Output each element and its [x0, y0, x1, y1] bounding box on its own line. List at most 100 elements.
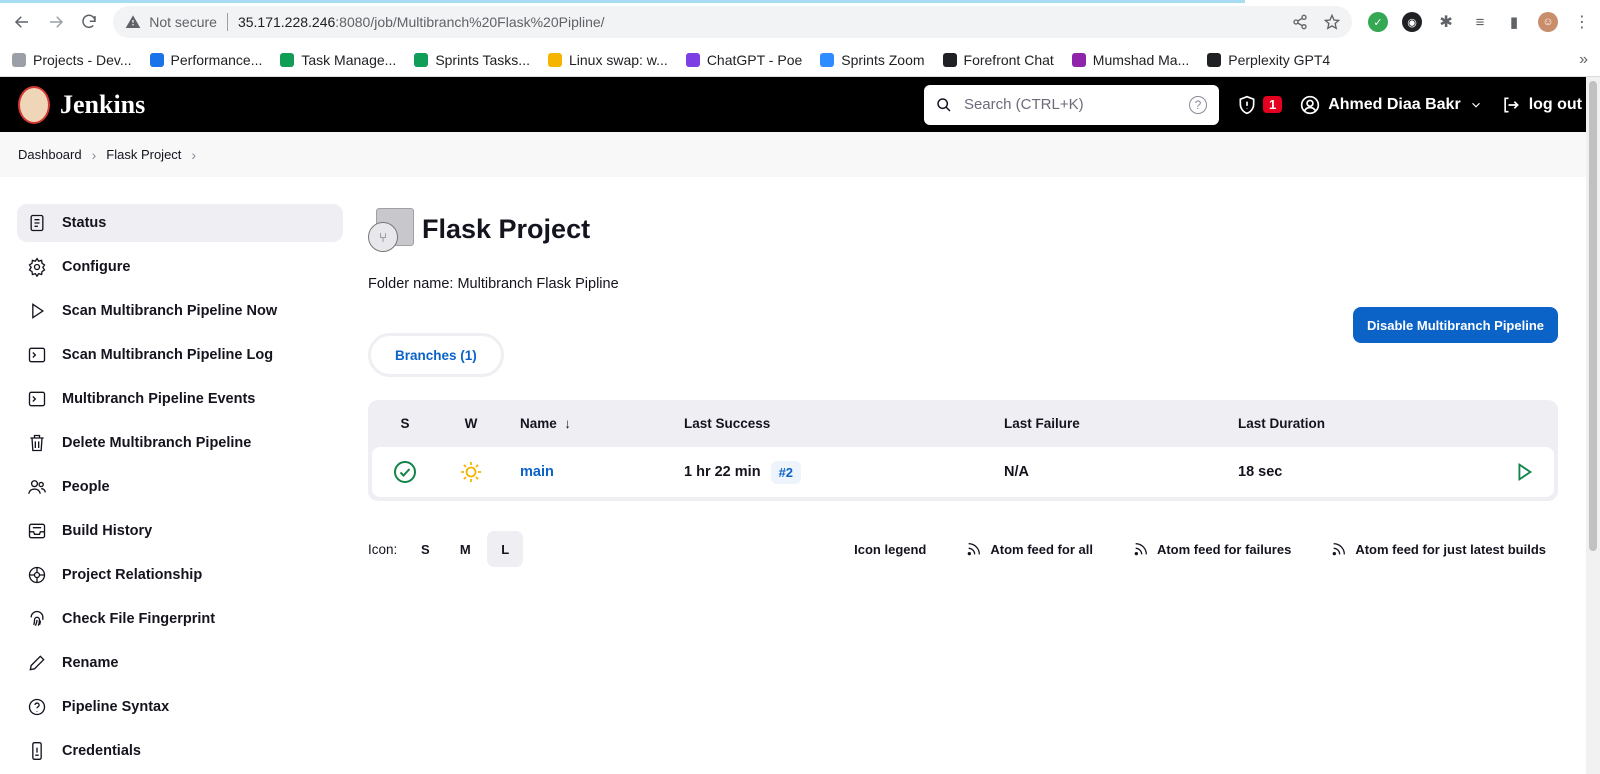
sidebar-item-build-history[interactable]: Build History — [17, 512, 343, 550]
sidebar-item-project-relationship[interactable]: Project Relationship — [17, 556, 343, 594]
bookmark[interactable]: Sprints Zoom — [820, 52, 925, 68]
branch-icon: ⑂ — [368, 222, 398, 252]
bookmark[interactable]: Task Manage... — [280, 52, 396, 68]
icon-size-s[interactable]: S — [407, 531, 443, 567]
header-status[interactable]: S — [372, 416, 438, 431]
tab-branches[interactable]: Branches (1) — [368, 333, 504, 377]
header-last-failure[interactable]: Last Failure — [1004, 416, 1238, 431]
pencil-icon — [29, 655, 45, 671]
build-number-link[interactable]: #2 — [770, 460, 802, 484]
success-check-icon[interactable] — [393, 460, 417, 484]
bookmark[interactable]: Sprints Tasks... — [414, 52, 530, 68]
not-secure-label[interactable]: Not secure — [149, 14, 217, 30]
icon-size-m[interactable]: M — [447, 531, 483, 567]
people-icon — [28, 480, 46, 494]
disable-pipeline-button[interactable]: Disable Multibranch Pipeline — [1353, 307, 1558, 343]
arrow-right-icon — [49, 16, 63, 28]
header-name[interactable]: Name ↓ — [504, 416, 684, 431]
sidebar-item-credentials[interactable]: Credentials — [17, 732, 343, 770]
bookmark[interactable]: Projects - Dev... — [12, 52, 132, 68]
profile-avatar[interactable]: ☺ — [1538, 12, 1559, 32]
bookmark[interactable]: Mumshad Ma... — [1071, 52, 1189, 68]
sidebar-item-people[interactable]: People — [17, 468, 343, 506]
kebab-menu-icon[interactable]: ⋮ — [1572, 12, 1592, 32]
sidebar-item-fingerprint[interactable]: Check File Fingerprint — [17, 600, 343, 638]
sidebar-item-label: Project Relationship — [62, 567, 203, 583]
bookmark-favicon-icon — [820, 53, 835, 67]
sidebar-item-rename[interactable]: Rename — [17, 644, 343, 682]
user-menu[interactable]: Ahmed Diaa Bakr — [1300, 95, 1483, 115]
inbox-icon — [28, 523, 46, 539]
feed-failures-link[interactable]: Atom feed for failures — [1133, 541, 1291, 557]
sidebar-item-events[interactable]: Multibranch Pipeline Events — [17, 380, 343, 418]
bookmark[interactable]: Performance... — [149, 52, 262, 68]
sidebar-item-status[interactable]: Status — [17, 204, 343, 242]
sidebar-item-scan-log[interactable]: Scan Multibranch Pipeline Log — [17, 336, 343, 374]
account-extension-icon[interactable]: ◉ — [1402, 12, 1423, 32]
schedule-build-play-icon[interactable] — [1513, 461, 1535, 483]
relationship-icon — [28, 566, 46, 584]
bookmark[interactable]: Forefront Chat — [942, 52, 1054, 68]
trash-icon — [30, 434, 44, 452]
help-circle-icon — [28, 698, 46, 716]
reload-button[interactable] — [76, 8, 104, 36]
page-scrollbar[interactable] — [1586, 77, 1600, 774]
bookmark-favicon-icon — [685, 53, 700, 67]
security-alert-button[interactable]: 1 — [1237, 95, 1283, 115]
back-button[interactable] — [8, 8, 36, 36]
bookmark-label: Sprints Tasks... — [435, 52, 530, 68]
icon-size-l[interactable]: L — [487, 531, 524, 567]
icon-legend-link[interactable]: Icon legend — [854, 542, 926, 557]
bookmark[interactable]: ChatGPT - Poe — [685, 52, 802, 68]
puzzle-icon[interactable]: ✱ — [1436, 12, 1456, 32]
jenkins-logo-link[interactable]: Jenkins — [18, 85, 146, 124]
last-success-time: 1 hr 22 min — [684, 464, 761, 480]
feed-latest-link[interactable]: Atom feed for just latest builds — [1331, 541, 1546, 557]
chevron-right-icon: › — [91, 146, 97, 163]
search-help-icon[interactable]: ? — [1188, 95, 1207, 114]
sidebar-item-label: Status — [62, 215, 107, 231]
multibranch-folder-icon: ⑂ — [368, 206, 414, 252]
search-icon — [937, 97, 951, 112]
more-bookmarks-button[interactable]: » — [1579, 51, 1588, 69]
bookmark-label: Projects - Dev... — [33, 52, 132, 68]
reading-list-icon[interactable]: ≡ — [1470, 12, 1490, 32]
breadcrumb-dashboard[interactable]: Dashboard — [18, 147, 82, 162]
bookmark[interactable]: Perplexity GPT4 — [1207, 52, 1330, 68]
header-weather[interactable]: W — [438, 416, 504, 431]
chevron-right-icon[interactable]: › — [191, 147, 196, 163]
scrollbar-thumb[interactable] — [1589, 81, 1597, 551]
feed-all-link[interactable]: Atom feed for all — [966, 541, 1093, 557]
bookmark-favicon-icon — [547, 53, 562, 67]
bookmark[interactable]: Linux swap: w... — [547, 52, 668, 68]
bookmarks-bar: Projects - Dev... Performance... Task Ma… — [0, 44, 1600, 76]
sidebar-item-delete[interactable]: Delete Multibranch Pipeline — [17, 424, 343, 462]
star-icon[interactable] — [1324, 14, 1341, 30]
share-icon[interactable] — [1292, 14, 1308, 30]
search-input[interactable] — [963, 96, 1189, 113]
side-panel-icon[interactable]: ▮ — [1504, 12, 1524, 32]
feed-latest-label: Atom feed for just latest builds — [1355, 541, 1546, 557]
table-row: main 1 hr 22 min #2 N/A 18 sec — [372, 447, 1554, 497]
title-row: ⑂ Flask Project — [368, 204, 1558, 254]
bookmark-favicon-icon — [1207, 53, 1222, 67]
header-last-duration[interactable]: Last Duration — [1238, 416, 1494, 431]
sidebar-item-configure[interactable]: Configure — [17, 248, 343, 286]
logout-button[interactable]: log out — [1501, 95, 1582, 115]
sidebar-item-scan-now[interactable]: Scan Multibranch Pipeline Now — [17, 292, 343, 330]
app-name: Jenkins — [60, 89, 146, 119]
breadcrumb-flask-project[interactable]: Flask Project — [106, 147, 181, 162]
arrow-left-icon — [14, 16, 28, 28]
branch-link[interactable]: main — [520, 464, 554, 480]
jenkins-butler-logo — [18, 85, 50, 124]
shield-extension-icon[interactable]: ✓ — [1368, 12, 1389, 32]
bookmark-favicon-icon — [149, 53, 164, 67]
sunny-weather-icon[interactable] — [459, 460, 483, 484]
address-bar[interactable]: Not secure 35.171.228.246:8080/job/Multi… — [113, 6, 1353, 38]
sidebar-item-label: Credentials — [62, 743, 141, 759]
sidebar-item-pipeline-syntax[interactable]: Pipeline Syntax — [17, 688, 343, 726]
header-last-success[interactable]: Last Success — [684, 416, 1004, 431]
sidebar-item-label: Delete Multibranch Pipeline — [62, 435, 252, 451]
forward-button[interactable] — [42, 8, 70, 36]
weather-cell — [438, 460, 504, 484]
